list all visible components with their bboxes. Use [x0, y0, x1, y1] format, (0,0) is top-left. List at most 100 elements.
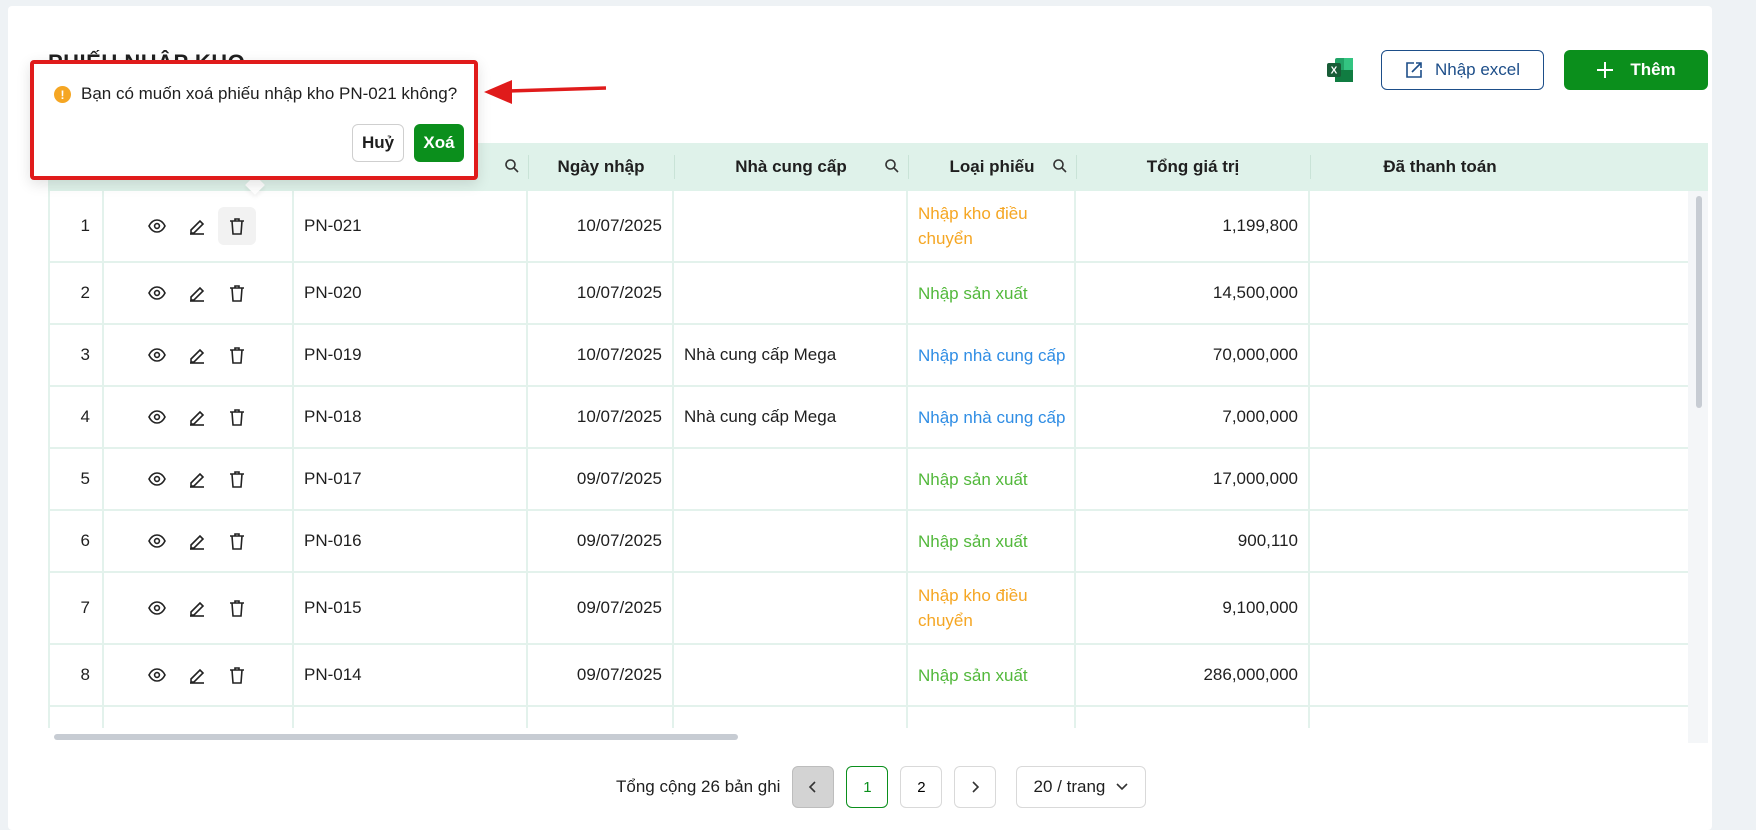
import-excel-button[interactable]: Nhập excel [1381, 50, 1544, 90]
col-header-type: Loại phiếu [949, 157, 1035, 176]
eye-icon[interactable] [146, 215, 168, 237]
cell-code: PN-016 [304, 531, 362, 550]
cell-code: PN-018 [304, 407, 362, 426]
row-actions [102, 191, 292, 261]
trash-icon[interactable] [226, 282, 248, 304]
cell-total: 70,000,000 [1212, 345, 1298, 364]
edit-icon[interactable] [186, 468, 208, 490]
eye-icon[interactable] [146, 406, 168, 428]
edit-icon[interactable] [186, 215, 208, 237]
cell-type: Nhập nhà cung cấp [918, 407, 1066, 427]
page-2-button[interactable]: 2 [900, 766, 943, 808]
row-actions [102, 325, 292, 385]
col-header-total: Tổng giá trị [1146, 157, 1240, 176]
next-page-button[interactable] [954, 766, 997, 808]
cell-supplier [684, 645, 904, 705]
trash-icon[interactable] [218, 207, 256, 245]
svg-text:X: X [1331, 66, 1338, 77]
row-actions [102, 573, 292, 643]
eye-icon[interactable] [146, 530, 168, 552]
edit-icon[interactable] [186, 344, 208, 366]
pagination: Tổng cộng 26 bản ghi 1 2 20 / trang [616, 766, 1147, 808]
table-row: 2 PN-020 10/07/2025 Nhập sản xuất 14,500,000 [48, 263, 1688, 325]
excel-icon[interactable]: X [1326, 57, 1354, 83]
cell-supplier: Nhà cung cấp Mega [684, 345, 837, 364]
trash-icon[interactable] [226, 468, 248, 490]
confirm-delete-button[interactable]: Xoá [414, 124, 464, 162]
horizontal-scrollbar[interactable] [54, 734, 738, 740]
trash-icon[interactable] [226, 597, 248, 619]
cell-date: 09/07/2025 [576, 665, 662, 684]
cell-total: 14,500,000 [1212, 283, 1298, 302]
cell-supplier: Nhà cung cấp Mega [684, 407, 837, 426]
eye-icon[interactable] [146, 597, 168, 619]
edit-icon[interactable] [186, 664, 208, 686]
eye-icon[interactable] [146, 664, 168, 686]
cell-index: 5 [80, 469, 90, 488]
cell-supplier [684, 191, 904, 261]
cell-index: 1 [80, 216, 90, 235]
row-actions [102, 263, 292, 323]
cell-type: Nhập sản xuất [918, 469, 1028, 489]
import-excel-label: Nhập excel [1434, 60, 1521, 79]
eye-icon[interactable] [146, 344, 168, 366]
search-icon[interactable] [504, 158, 520, 174]
trash-icon[interactable] [226, 664, 248, 686]
search-icon[interactable] [884, 158, 900, 174]
row-actions [102, 511, 292, 571]
cell-total: 17,000,000 [1212, 469, 1298, 488]
cell-code: PN-017 [304, 469, 362, 488]
cell-code: PN-014 [304, 665, 362, 684]
search-icon[interactable] [1052, 158, 1068, 174]
eye-icon[interactable] [146, 468, 168, 490]
add-button[interactable]: Thêm [1564, 50, 1708, 90]
row-actions [102, 645, 292, 705]
warning-icon: ! [54, 86, 71, 103]
confirm-message: Bạn có muốn xoá phiếu nhập kho PN-021 kh… [81, 84, 458, 103]
receipts-table: Mã phiếu nhập Ngày nhập Nhà cung cấp Loạ… [48, 143, 1708, 728]
table-row: 4 PN-018 10/07/2025 Nhà cung cấp Mega Nhập n… [48, 387, 1688, 449]
trash-icon[interactable] [226, 406, 248, 428]
cell-date: 10/07/2025 [576, 345, 662, 364]
page-size-value: 20 / trang [1033, 777, 1106, 796]
page-1-button[interactable]: 1 [846, 766, 889, 808]
edit-icon[interactable] [186, 530, 208, 552]
cell-supplier [684, 511, 904, 571]
table-row: 3 PN-019 10/07/2025 Nhà cung cấp Mega Nhập n… [48, 325, 1688, 387]
cancel-button[interactable]: Huỷ [352, 124, 404, 162]
cell-code: PN-020 [304, 283, 362, 302]
cell-date: 09/07/2025 [576, 469, 662, 488]
cell-index: 2 [80, 283, 90, 302]
table-row: 5 PN-017 09/07/2025 Nhập sản xuất 17,000,000 [48, 449, 1688, 511]
cell-supplier [684, 449, 904, 509]
cell-total: 286,000,000 [1203, 665, 1298, 684]
eye-icon[interactable] [146, 282, 168, 304]
chevron-right-icon [972, 781, 980, 793]
edit-icon[interactable] [186, 406, 208, 428]
prev-page-button[interactable] [792, 766, 835, 808]
edit-icon[interactable] [186, 597, 208, 619]
table-row: 7 PN-015 09/07/2025 Nhập kho điều chuyển 9,1… [48, 573, 1688, 645]
cell-type: Nhập kho điều chuyển [918, 204, 1028, 248]
cell-code: PN-015 [304, 598, 362, 617]
delete-confirm-popover: ! Bạn có muốn xoá phiếu nhập kho PN-021 … [30, 60, 478, 180]
cell-total: 1,199,800 [1222, 216, 1298, 235]
cell-code: PN-019 [304, 345, 362, 364]
trash-icon[interactable] [226, 530, 248, 552]
cell-date: 09/07/2025 [576, 531, 662, 550]
cell-index: 4 [80, 407, 90, 426]
cell-index: 3 [80, 345, 90, 364]
col-header-date: Ngày nhập [557, 157, 645, 176]
cell-date: 09/07/2025 [576, 598, 662, 617]
table-row: 1 PN-021 10/07/2025 Nhập kho điều chuyển 1,1… [48, 191, 1688, 263]
edit-icon[interactable] [186, 282, 208, 304]
total-records: Tổng cộng 26 bản ghi [616, 777, 781, 796]
row-actions [102, 449, 292, 509]
col-header-paid: Đã thanh toán [1383, 157, 1497, 176]
col-header-supplier: Nhà cung cấp [735, 157, 847, 176]
page-size-select[interactable]: 20 / trang [1016, 766, 1147, 808]
trash-icon[interactable] [226, 344, 248, 366]
cell-code: PN-021 [304, 216, 362, 235]
cell-supplier [684, 573, 904, 643]
cell-supplier [684, 263, 904, 323]
